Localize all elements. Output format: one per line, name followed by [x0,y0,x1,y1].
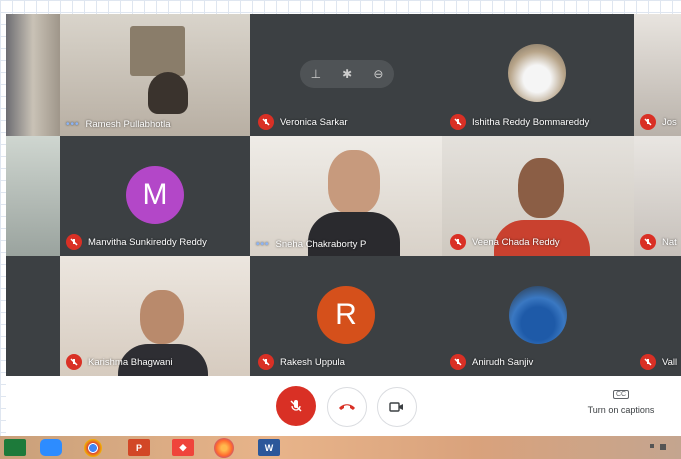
zoom-icon[interactable] [40,439,62,456]
participant-name: Nat [662,236,677,248]
word-icon[interactable]: W [258,439,280,456]
powerpoint-icon[interactable]: P [128,439,150,456]
hang-up-icon [339,404,355,410]
anydesk-icon[interactable]: ◆ [172,439,194,456]
video-tile[interactable]: ••• Sneha Chakraborty P [250,136,442,256]
participant-avatar: M [126,166,184,224]
participant-name-tag: Jos [640,114,677,130]
meeting-grid: ••• Ramesh Pullabhotla ⊥ ✱ ⊖ Veronica Sa… [6,14,681,376]
leave-call-button[interactable] [327,387,367,427]
tray-arrow-icon[interactable] [650,444,654,448]
camera-toggle-button[interactable] [377,387,417,427]
participant-name-tag: Veena Chada Reddy [450,234,560,250]
participant-name: Karishma Bhagwani [88,356,173,368]
tray-icon[interactable] [660,444,666,450]
participant-name: Jos [662,116,677,128]
chrome-icon[interactable] [84,439,102,457]
participant-name-tag: Ishitha Reddy Bommareddy [450,114,589,130]
avatar-initial: M [142,178,168,211]
muted-mic-icon [66,354,82,370]
participant-name-tag: Karishma Bhagwani [66,354,173,370]
video-tile[interactable]: Karishma Bhagwani [60,256,250,376]
video-tile[interactable]: Jos [634,14,681,136]
participant-name-tag: Manvitha Sunkireddy Reddy [66,234,207,250]
muted-mic-icon [450,354,466,370]
video-tile[interactable] [6,136,60,256]
microphone-toggle-button[interactable] [276,386,316,426]
word-icon-letter: W [264,442,274,453]
video-tile[interactable]: Vall [634,256,681,376]
participant-video [328,150,380,214]
powerpoint-icon-letter: P [135,442,142,453]
firefox-icon[interactable] [214,438,234,458]
mute-participant-icon[interactable]: ✱ [342,67,352,81]
pin-icon[interactable]: ⊥ [311,67,321,81]
call-controls-bar: CC Turn on captions [6,376,681,436]
participant-name: Sneha Chakraborty P [275,239,367,250]
windows-taskbar: P ◆ W [0,436,681,459]
system-tray[interactable] [650,444,676,452]
participant-avatar [509,286,567,344]
captions-button[interactable]: CC Turn on captions [576,390,666,424]
participant-name-tag: Nat [640,234,677,250]
participant-name: Veronica Sarkar [280,116,348,128]
participant-name-tag: ••• Sneha Chakraborty P [256,239,366,250]
muted-mic-icon [258,114,274,130]
video-tile[interactable]: R Rakesh Uppula [250,256,442,376]
participant-name-tag: Vall [640,354,677,370]
muted-mic-icon [66,234,82,250]
participant-name: Ramesh Pullabhotla [85,119,171,130]
closed-captions-icon: CC [612,390,630,399]
participant-video [518,158,564,218]
participant-name-tag: Anirudh Sanjiv [450,354,533,370]
avatar-initial: R [335,298,357,331]
video-tile[interactable] [6,14,60,136]
muted-mic-icon [450,234,466,250]
muted-mic-icon [640,354,656,370]
captions-label: Turn on captions [587,405,655,415]
participant-name-tag: Rakesh Uppula [258,354,345,370]
participant-video [130,26,185,76]
participant-name: Vall [662,356,678,368]
remove-icon[interactable]: ⊖ [373,67,383,81]
muted-mic-icon [640,234,656,250]
participant-video [140,290,184,344]
video-tile[interactable]: Ishitha Reddy Bommareddy [442,14,634,136]
participant-name: Ishitha Reddy Bommareddy [472,116,590,128]
muted-mic-icon [640,114,656,130]
participant-video [148,72,188,114]
video-tile[interactable]: Nat [634,136,681,256]
participant-name-tag: Veronica Sarkar [258,114,348,130]
participant-avatar: R [317,286,375,344]
participant-name-tag: ••• Ramesh Pullabhotla [66,119,171,130]
participant-name: Veena Chada Reddy [472,236,560,248]
speaking-indicator-icon: ••• [66,119,80,130]
file-explorer-icon[interactable] [4,439,26,456]
tile-hover-controls: ⊥ ✱ ⊖ [300,60,394,88]
video-tile[interactable]: ••• Ramesh Pullabhotla [60,14,250,136]
participant-name: Anirudh Sanjiv [472,356,534,368]
participant-avatar [508,44,566,102]
video-tile[interactable] [6,256,60,376]
participant-name: Rakesh Uppula [280,356,345,368]
participant-name: Manvitha Sunkireddy Reddy [88,236,207,248]
speaking-indicator-icon: ••• [256,239,270,250]
mic-off-icon [290,400,302,412]
video-tile[interactable]: Anirudh Sanjiv [442,256,634,376]
video-camera-icon [389,402,403,412]
video-tile[interactable]: Veena Chada Reddy [442,136,634,256]
video-tile[interactable]: ⊥ ✱ ⊖ Veronica Sarkar [250,14,442,136]
muted-mic-icon [258,354,274,370]
muted-mic-icon [450,114,466,130]
video-tile[interactable]: M Manvitha Sunkireddy Reddy [60,136,250,256]
